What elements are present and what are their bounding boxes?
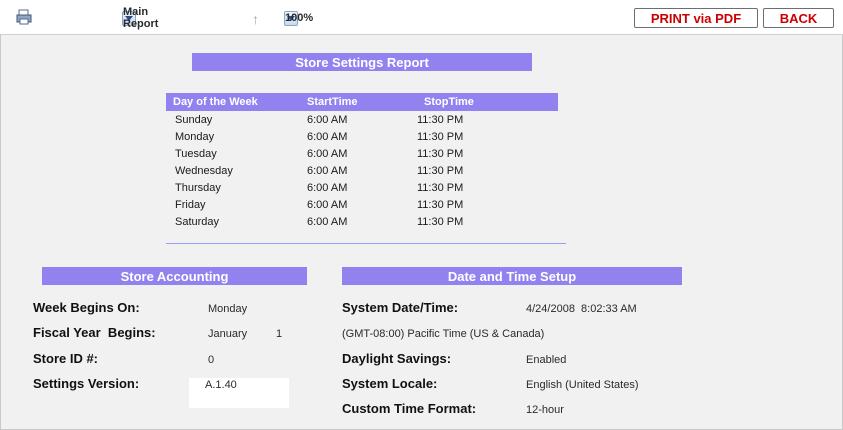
stop-time-cell: 11:30 PM <box>417 182 464 194</box>
date-time-title: Date and Time Setup <box>342 267 682 285</box>
start-time-cell: 6:00 AM <box>307 216 348 228</box>
daylight-savings-value: Enabled <box>526 354 567 366</box>
start-time-cell: 6:00 AM <box>307 148 348 160</box>
day-cell: Thursday <box>175 182 221 194</box>
daylight-savings-label: Daylight Savings: <box>342 351 452 366</box>
column-header-stop: StopTime <box>424 96 474 108</box>
day-cell: Sunday <box>175 114 213 126</box>
stop-time-cell: 11:30 PM <box>417 131 464 143</box>
day-cell: Monday <box>175 131 215 143</box>
day-cell: Saturday <box>175 216 220 228</box>
system-datetime-label: System Date/Time: <box>342 300 459 315</box>
fiscal-year-label: Fiscal Year Begins: <box>33 325 156 340</box>
settings-version-value: A.1.40 <box>205 379 237 391</box>
table-row: Sunday 6:00 AM 11:30 PM <box>166 112 558 129</box>
system-locale-label: System Locale: <box>342 376 438 391</box>
table-row: Friday 6:00 AM 11:30 PM <box>166 197 558 214</box>
store-id-value: 0 <box>208 354 215 366</box>
day-cell: Wednesday <box>175 165 233 177</box>
start-time-cell: 6:00 AM <box>307 182 348 194</box>
up-arrow-icon[interactable]: ↑ <box>252 11 259 27</box>
report-select-value: Main Report <box>123 6 159 30</box>
stop-time-cell: 11:30 PM <box>417 199 464 211</box>
fiscal-day-value: 1 <box>276 328 283 340</box>
week-begins-label: Week Begins On: <box>33 300 140 315</box>
settings-version-field <box>189 378 289 408</box>
system-locale-value: English (United States) <box>526 379 639 391</box>
table-row: Tuesday 6:00 AM 11:30 PM <box>166 146 558 163</box>
stop-time-cell: 11:30 PM <box>417 216 464 228</box>
report-select[interactable]: Main Report <box>120 6 158 30</box>
time-format-value: 12-hour <box>526 404 564 416</box>
system-datetime-value: 4/24/2008 8:02:33 AM <box>526 303 637 315</box>
printer-icon[interactable] <box>16 9 32 25</box>
fiscal-month-value: January <box>208 328 248 340</box>
day-cell: Tuesday <box>175 148 217 160</box>
start-time-cell: 6:00 AM <box>307 199 348 211</box>
start-time-cell: 6:00 AM <box>307 131 348 143</box>
column-header-start: StartTime <box>307 96 358 108</box>
time-format-label: Custom Time Format: <box>342 401 477 416</box>
report-toolbar: Main Report ↑ 100% PRINT via PDF BACK <box>0 0 843 35</box>
start-time-cell: 6:00 AM <box>307 165 348 177</box>
week-begins-value: Monday <box>208 303 248 315</box>
schedule-divider <box>166 243 566 244</box>
store-accounting-title: Store Accounting <box>42 267 307 285</box>
start-time-cell: 6:00 AM <box>307 114 348 126</box>
report-title: Store Settings Report <box>192 53 532 71</box>
stop-time-cell: 11:30 PM <box>417 165 464 177</box>
column-header-day: Day of the Week <box>173 96 258 108</box>
schedule-header: Day of the Week StartTime StopTime <box>166 93 558 111</box>
timezone-value: (GMT-08:00) Pacific Time (US & Canada) <box>342 328 545 340</box>
back-button[interactable]: BACK <box>763 8 834 28</box>
zoom-select[interactable]: 100% <box>282 9 313 27</box>
stop-time-cell: 11:30 PM <box>417 148 464 160</box>
table-row: Thursday 6:00 AM 11:30 PM <box>166 180 558 197</box>
day-cell: Friday <box>175 199 206 211</box>
table-row: Saturday 6:00 AM 11:30 PM <box>166 214 558 231</box>
table-row: Monday 6:00 AM 11:30 PM <box>166 129 558 146</box>
zoom-select-value: 100% <box>285 12 314 24</box>
table-row: Wednesday 6:00 AM 11:30 PM <box>166 163 558 180</box>
store-id-label: Store ID #: <box>33 351 99 366</box>
settings-version-label: Settings Version: <box>33 376 140 391</box>
stop-time-cell: 11:30 PM <box>417 114 464 126</box>
print-pdf-button[interactable]: PRINT via PDF <box>634 8 758 28</box>
